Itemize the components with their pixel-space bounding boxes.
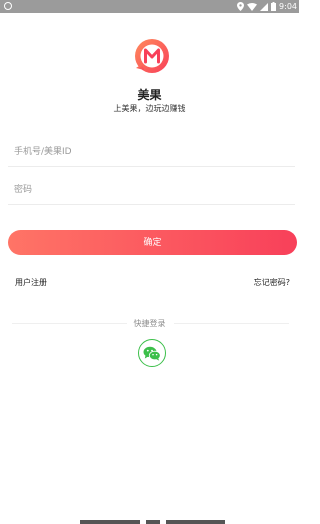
signal-icon — [260, 2, 269, 11]
battery-icon — [271, 2, 277, 11]
status-icons: 9:04 — [237, 0, 297, 13]
confirm-button[interactable]: 确定 — [8, 230, 297, 255]
wechat-icon — [143, 346, 161, 361]
password-input[interactable] — [8, 175, 284, 204]
wifi-icon — [247, 2, 258, 11]
bottom-cropped-text — [80, 520, 225, 524]
location-icon — [237, 2, 245, 11]
status-bar: 9:04 — [0, 0, 299, 13]
wechat-login-button[interactable] — [138, 339, 166, 367]
password-field-container — [8, 175, 295, 205]
phone-field-container — [8, 137, 295, 167]
phone-input[interactable] — [8, 137, 284, 166]
app-slogan: 上美果，边玩边赚钱 — [113, 104, 186, 113]
meiguo-logo-icon — [135, 39, 169, 73]
app-name: 美果 — [137, 88, 162, 102]
register-link[interactable]: 用户注册 — [15, 277, 47, 288]
forgot-password-link[interactable]: 忘记密码? — [254, 277, 290, 288]
status-time: 9:04 — [279, 2, 297, 11]
divider-right — [174, 323, 289, 324]
sync-icon — [4, 2, 12, 10]
